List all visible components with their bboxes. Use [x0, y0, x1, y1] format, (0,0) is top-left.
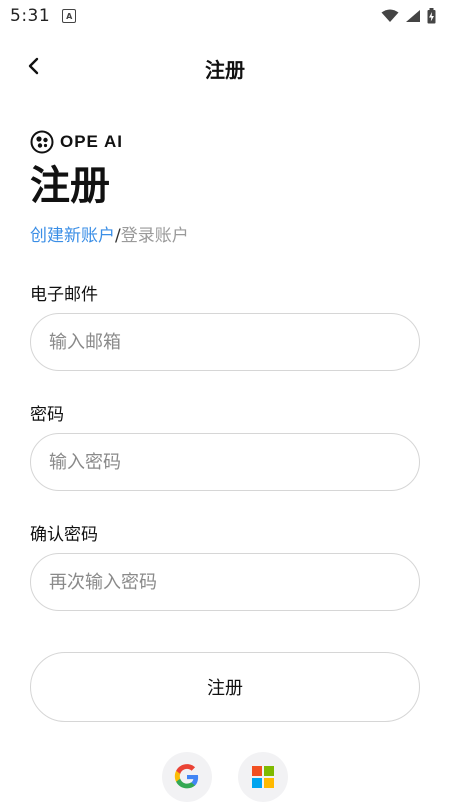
microsoft-login-button[interactable]	[238, 752, 288, 802]
confirm-password-input[interactable]	[30, 553, 420, 611]
battery-charging-icon	[427, 8, 436, 24]
create-account-link[interactable]: 创建新账户	[30, 226, 115, 246]
login-account-link[interactable]: 登录账户	[121, 226, 189, 246]
status-bar: 5:31 A	[0, 0, 450, 32]
brand-logo-text: OPE AI	[60, 132, 123, 151]
status-left: 5:31 A	[10, 6, 77, 26]
top-bar-title: 注册	[205, 58, 245, 82]
auth-mode-switch: 创建新账户/登录账户	[30, 224, 189, 248]
brand-logo: OPE AI	[30, 130, 123, 154]
register-button[interactable]: 注册	[30, 652, 420, 722]
notification-a-icon: A	[62, 9, 77, 23]
google-login-button[interactable]	[162, 752, 212, 802]
email-label: 电子邮件	[30, 285, 98, 305]
status-time: 5:31	[10, 6, 51, 26]
cellular-signal-icon	[406, 10, 420, 22]
top-bar: 注册	[0, 44, 450, 88]
password-input[interactable]	[30, 433, 420, 491]
status-right	[381, 8, 436, 24]
brand-logo-icon	[30, 130, 54, 154]
confirm-password-label: 确认密码	[30, 525, 98, 545]
google-icon	[174, 764, 199, 789]
email-input[interactable]	[30, 313, 420, 371]
wifi-icon	[381, 9, 399, 22]
page-heading: 注册	[30, 163, 110, 209]
password-label: 密码	[30, 405, 64, 425]
microsoft-icon	[252, 766, 274, 788]
